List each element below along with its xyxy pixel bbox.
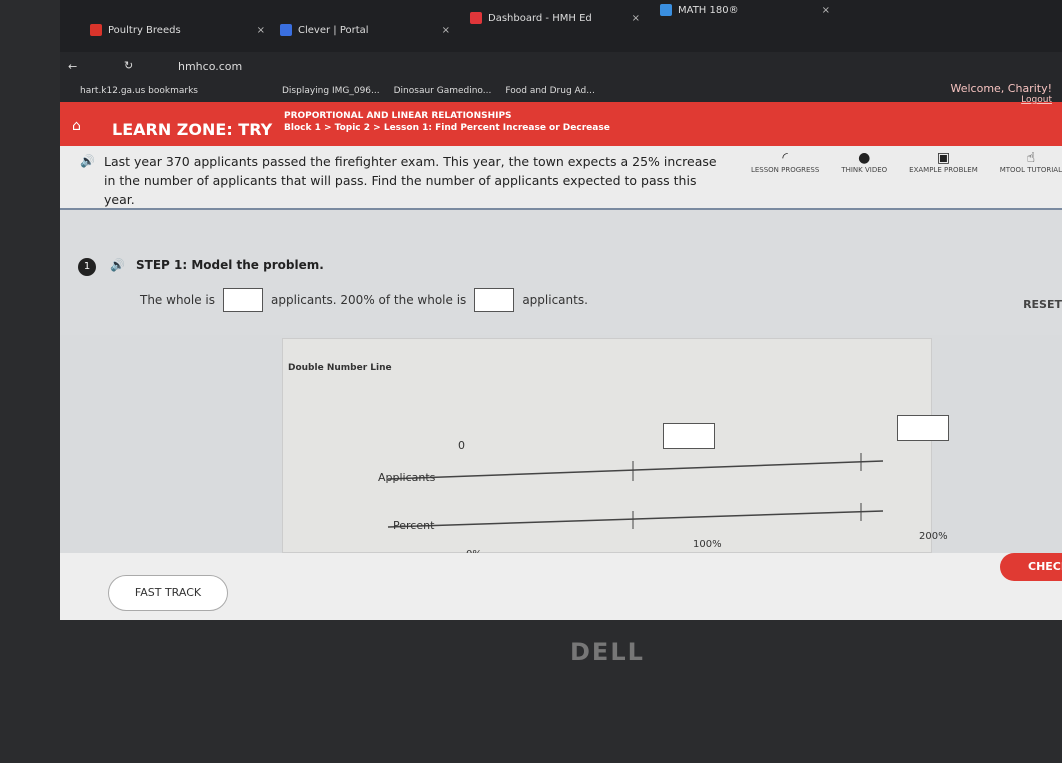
clipboard-icon: ▣ [936, 150, 951, 166]
lesson-breadcrumb: Block 1 > Topic 2 > Lesson 1: Find Perce… [284, 123, 610, 133]
bookmark[interactable]: hart.k12.ga.us bookmarks [80, 86, 198, 96]
applicants-label: Applicants [378, 471, 436, 484]
double-number-line: Double Number Line Applicants Percent 0 … [282, 338, 949, 560]
percent-label: Percent [393, 519, 435, 532]
user-info: Welcome, Charity! Logout [950, 82, 1052, 105]
address-bar[interactable]: ← ↻ hmhco.com [60, 52, 1062, 80]
step-number-badge: 1 [78, 258, 96, 276]
sentence-part: applicants. [522, 293, 588, 307]
footer-bar: FAST TRACK CHECK [60, 553, 1062, 620]
tab-dashboard[interactable]: Dashboard - HMH Ed × [470, 12, 640, 24]
problem-text: Last year 370 applicants passed the fire… [104, 154, 717, 207]
bookmarks-bar: hart.k12.ga.us bookmarks Displaying IMG_… [60, 80, 1062, 102]
tool-label: EXAMPLE PROBLEM [909, 166, 978, 174]
example-problem-button[interactable]: ▣ EXAMPLE PROBLEM [909, 150, 978, 174]
applicants-zero: 0 [458, 439, 465, 452]
url-text[interactable]: hmhco.com [178, 60, 242, 73]
problem-panel: 🔊 Last year 370 applicants passed the fi… [60, 146, 1062, 210]
sentence-part: The whole is [140, 293, 216, 307]
hand-pointer-icon: ☝ [1026, 150, 1036, 166]
step-panel: 1 🔊 STEP 1: Model the problem. The whole… [60, 210, 1062, 335]
tool-label: MTOOL TUTORIAL [999, 166, 1062, 174]
close-icon[interactable]: × [442, 25, 450, 36]
screen: Poultry Breeds × Clever | Portal × Dashboa… [60, 0, 1062, 620]
speaker-icon[interactable]: 🔊 [80, 154, 95, 168]
toolbar: ◜ LESSON PROGRESS ● THINK VIDEO ▣ EXAMPLE P… [751, 146, 1062, 174]
welcome-text: Welcome, Charity! [950, 82, 1052, 95]
reload-icon[interactable]: ↻ [124, 59, 133, 72]
percent-line [387, 510, 884, 528]
close-icon[interactable]: × [632, 13, 640, 24]
fast-track-button[interactable]: FAST TRACK [108, 575, 228, 611]
applicants-100-input[interactable] [663, 423, 715, 449]
tab-title: MATH 180® [678, 4, 739, 16]
applicants-line [387, 460, 884, 480]
sentence-part: applicants. 200% of the whole is [271, 293, 467, 307]
tab-favicon-icon [90, 24, 102, 36]
step-title: STEP 1: Model the problem. [136, 258, 324, 272]
lesson-progress-button[interactable]: ◜ LESSON PROGRESS [751, 150, 819, 174]
tab-favicon-icon [470, 12, 482, 24]
bookmark[interactable]: Food and Drug Ad... [505, 86, 594, 96]
tab-math180[interactable]: MATH 180® × [660, 4, 830, 16]
double-input[interactable] [474, 288, 515, 312]
play-icon: ● [858, 150, 871, 166]
tool-label: LESSON PROGRESS [750, 166, 820, 174]
app-header: ⌂ LEARN ZONE: TRY PROPORTIONAL AND LINEA… [60, 82, 1062, 146]
think-video-button[interactable]: ● THINK VIDEO [841, 150, 887, 174]
mtool-tutorial-button[interactable]: ☝ MTOOL TUTORIAL [1000, 150, 1062, 174]
close-icon[interactable]: × [257, 25, 265, 36]
dell-logo: DELL [570, 638, 645, 666]
progress-ring-icon: ◜ [782, 150, 788, 166]
tab-bar: Poultry Breeds × Clever | Portal × Dashboa… [60, 0, 1062, 52]
check-button[interactable]: CHECK [1000, 553, 1062, 581]
tab-clever[interactable]: Clever | Portal × [280, 24, 450, 36]
tab-title: Poultry Breeds [108, 24, 181, 36]
speaker-icon[interactable]: 🔊 [110, 258, 125, 272]
number-lines [387, 453, 884, 529]
page-title: LEARN ZONE: TRY [112, 120, 273, 139]
tab-favicon-icon [280, 24, 292, 36]
bookmark[interactable]: Dinosaur Gamedino... [394, 86, 492, 96]
close-icon[interactable]: × [822, 5, 830, 16]
tab-poultry[interactable]: Poultry Breeds × [90, 24, 265, 36]
breadcrumb: PROPORTIONAL AND LINEAR RELATIONSHIPS Blo… [284, 110, 610, 134]
tab-title: Clever | Portal [298, 24, 369, 36]
back-icon[interactable]: ← [68, 60, 77, 73]
percent-100: 100% [693, 539, 722, 550]
unit-title: PROPORTIONAL AND LINEAR RELATIONSHIPS [284, 111, 512, 121]
step-sentence: The whole is applicants. 200% of the who… [140, 288, 588, 312]
tab-favicon-icon [660, 4, 672, 16]
logout-link[interactable]: Logout [950, 95, 1052, 105]
tool-label: THINK VIDEO [841, 166, 888, 174]
bookmark[interactable]: Displaying IMG_096... [282, 86, 380, 96]
applicants-200-input[interactable] [897, 415, 949, 441]
home-icon[interactable]: ⌂ [72, 118, 81, 134]
percent-200: 200% [919, 531, 948, 542]
whole-input[interactable] [223, 288, 264, 312]
tab-title: Dashboard - HMH Ed [488, 12, 592, 24]
reset-button[interactable]: RESET [1023, 298, 1062, 311]
